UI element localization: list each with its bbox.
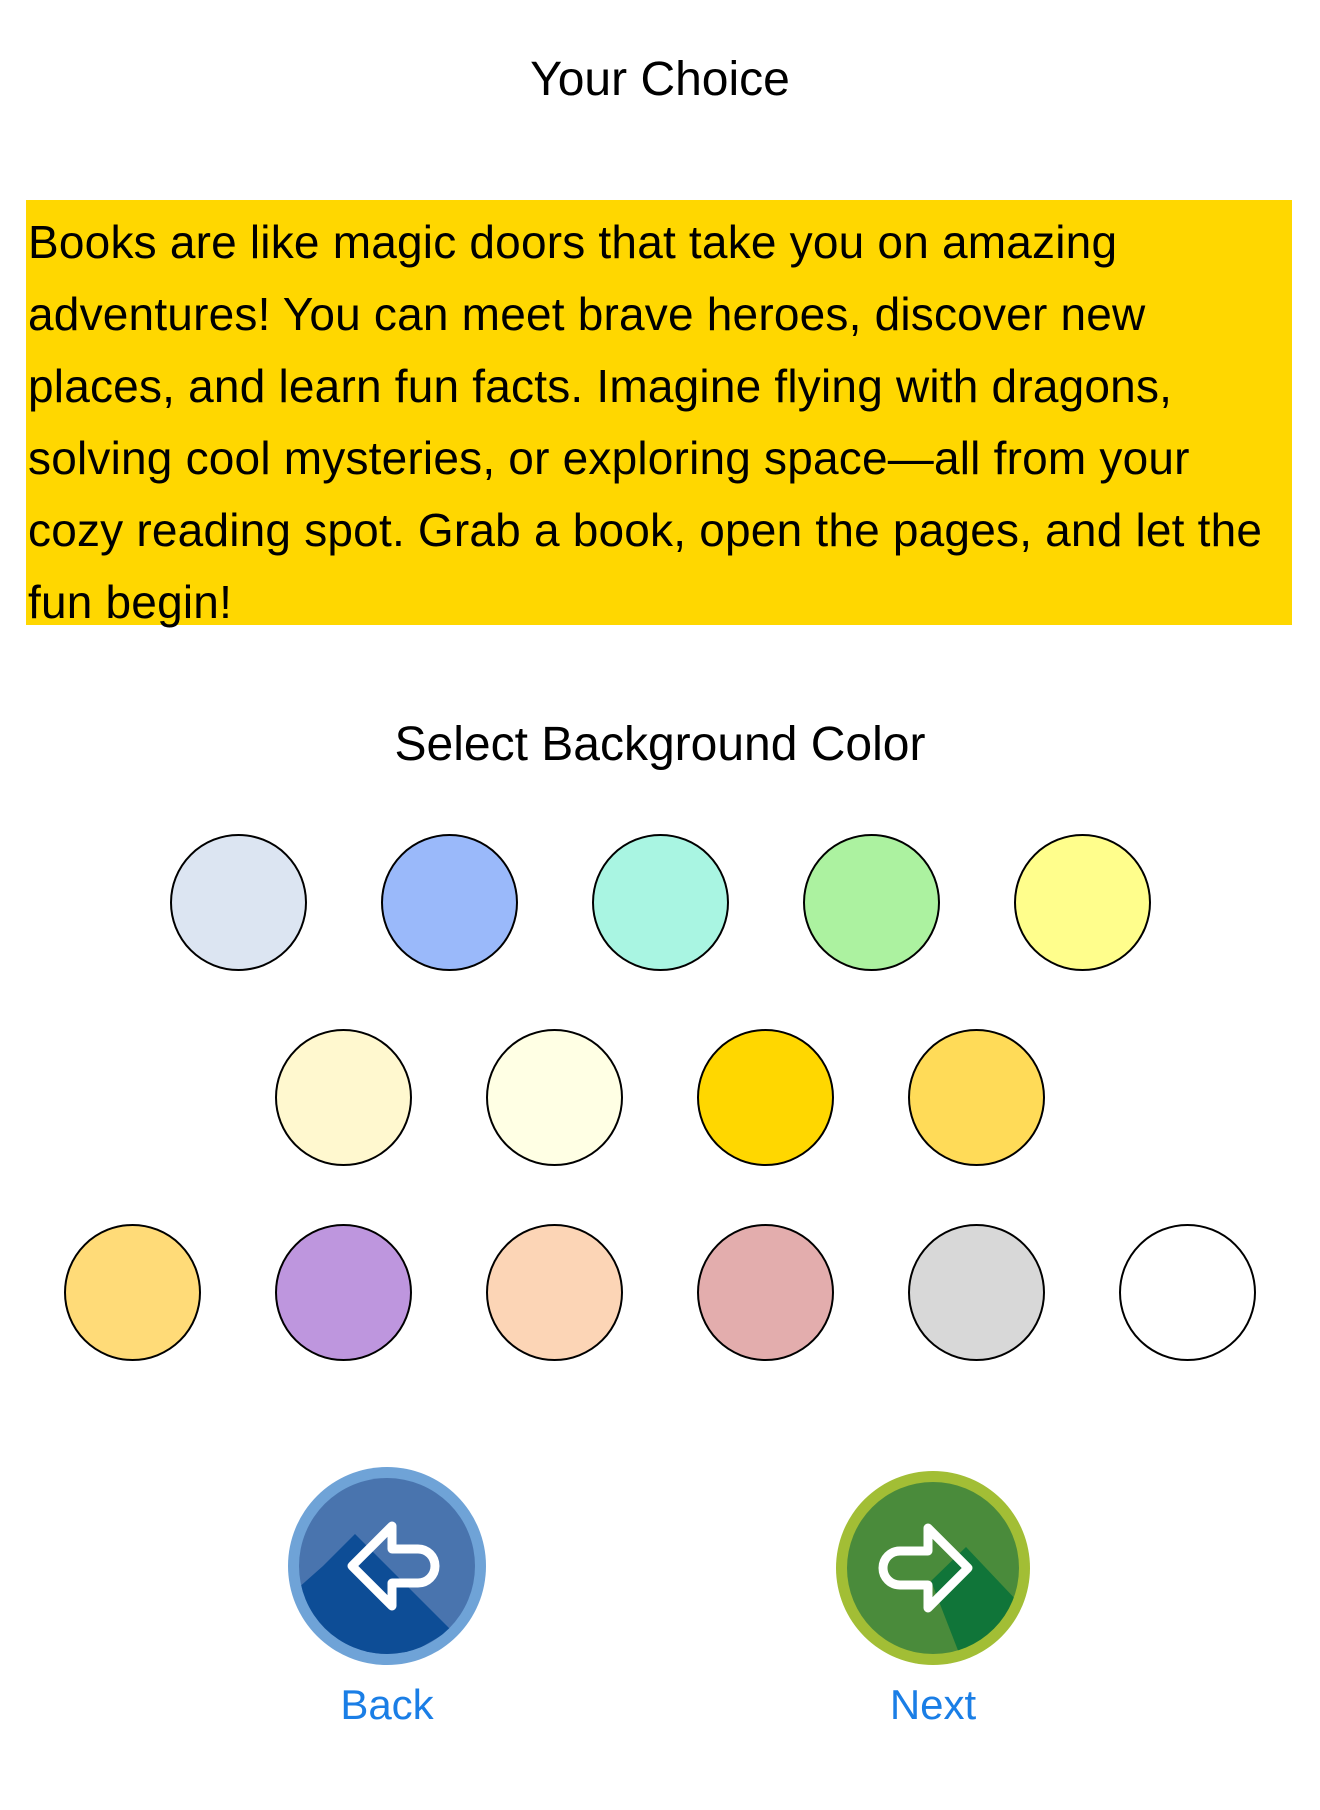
color-swatch[interactable]: [486, 1029, 623, 1166]
color-swatch[interactable]: [275, 1029, 412, 1166]
color-swatch[interactable]: [697, 1224, 834, 1361]
color-swatch[interactable]: [908, 1029, 1045, 1166]
preview-text-block: Books are like magic doors that take you…: [26, 200, 1292, 628]
color-swatch[interactable]: [1119, 1224, 1256, 1361]
next-label[interactable]: Next: [836, 1680, 1030, 1730]
color-swatch[interactable]: [802, 834, 940, 971]
color-picker-title: Select Background Color: [394, 718, 926, 771]
color-swatch[interactable]: [169, 834, 307, 971]
arrow-left-icon: [288, 1467, 486, 1665]
color-swatch[interactable]: [64, 1224, 201, 1361]
back-label[interactable]: Back: [288, 1680, 486, 1730]
page-title: Your Choice: [530, 53, 790, 106]
next-button[interactable]: Next: [836, 1471, 1030, 1728]
color-swatch[interactable]: [275, 1224, 412, 1361]
color-swatch[interactable]: [1013, 834, 1151, 971]
color-swatch[interactable]: [908, 1224, 1045, 1361]
color-swatch[interactable]: [697, 1029, 834, 1166]
color-swatch[interactable]: [380, 834, 518, 971]
arrow-right-icon: [836, 1471, 1030, 1665]
back-button[interactable]: Back: [288, 1467, 486, 1728]
color-swatch[interactable]: [591, 834, 729, 971]
color-swatch[interactable]: [486, 1224, 623, 1361]
